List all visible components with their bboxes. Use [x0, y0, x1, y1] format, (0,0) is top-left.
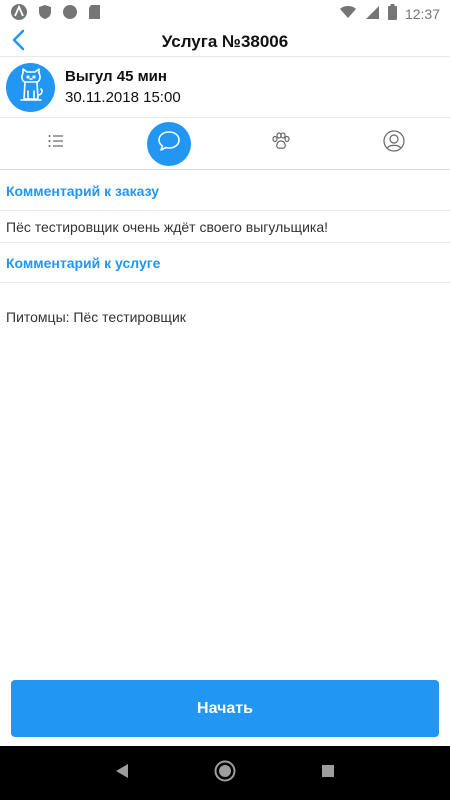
signal-icon [365, 5, 380, 23]
tab-active-indicator [146, 121, 191, 166]
sd-card-icon [88, 4, 101, 23]
status-left [10, 3, 101, 24]
home-circle-icon [214, 760, 236, 787]
dog-icon [15, 67, 47, 108]
screen: 12:37 Услуга №38006 Выгул 45 мин 30.11.2… [0, 0, 450, 800]
service-comment-title: Комментарий к услуге [0, 243, 450, 283]
service-datetime: 30.11.2018 15:00 [65, 89, 181, 106]
order-comment-text: Пёс тестировщик очень ждёт своего выгуль… [0, 211, 450, 243]
circle-icon [62, 4, 78, 23]
nav-home-button[interactable] [210, 758, 240, 788]
page-title: Услуга №38006 [161, 31, 289, 51]
android-icon [10, 3, 28, 24]
shield-icon [38, 4, 52, 23]
order-comment-title: Комментарий к заказу [0, 171, 450, 211]
battery-icon [387, 4, 397, 23]
service-name: Выгул 45 мин [65, 68, 167, 85]
nav-recents-button[interactable] [313, 758, 343, 788]
user-circle-icon [383, 130, 405, 157]
tab-bar [0, 118, 450, 170]
status-right: 12:37 [339, 4, 440, 23]
paw-icon [271, 132, 291, 155]
tab-profile[interactable] [338, 118, 450, 169]
square-recents-icon [321, 764, 335, 783]
pets-text: Питомцы: Пёс тестировщик [6, 309, 186, 325]
navigation-bar [0, 746, 450, 800]
service-info: Выгул 45 мин 30.11.2018 15:00 [65, 68, 181, 106]
toolbar: Услуга №38006 [0, 27, 450, 57]
content: Комментарий к заказу Пёс тестировщик оче… [0, 171, 450, 325]
status-bar: 12:37 [0, 0, 450, 27]
list-icon [48, 134, 64, 153]
wifi-icon [339, 5, 357, 22]
tab-pets[interactable] [225, 118, 338, 169]
chat-bubble-icon [157, 130, 181, 157]
start-button[interactable]: Начать [11, 680, 439, 737]
tab-comments[interactable] [113, 118, 226, 169]
tab-details[interactable] [0, 118, 113, 169]
avatar [6, 62, 55, 112]
triangle-back-icon [115, 763, 129, 784]
nav-back-button[interactable] [107, 758, 137, 788]
chevron-left-icon [11, 29, 27, 56]
back-button[interactable] [6, 27, 32, 57]
service-header: Выгул 45 мин 30.11.2018 15:00 [0, 57, 450, 118]
status-time: 12:37 [404, 5, 440, 22]
